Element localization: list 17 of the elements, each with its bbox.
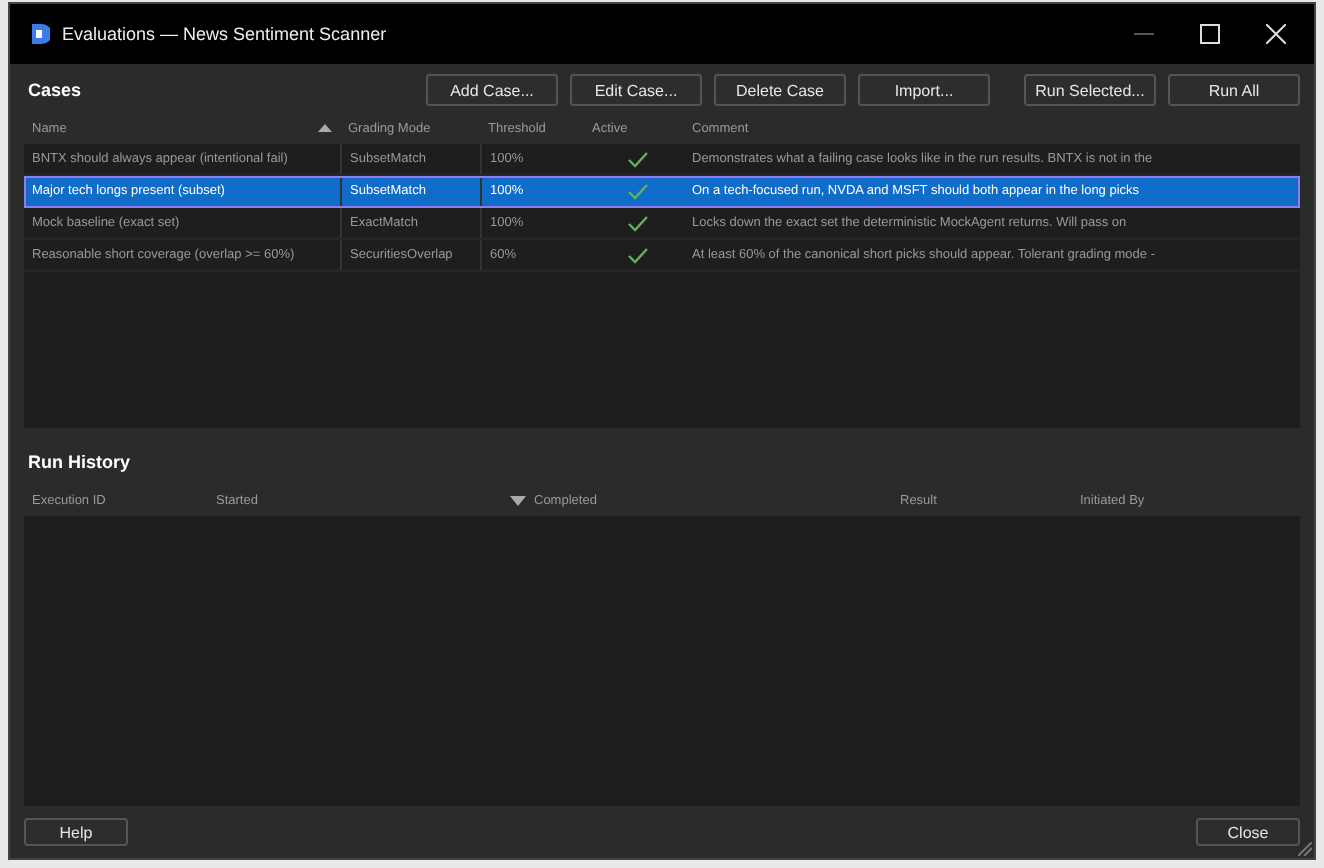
toolbar-button[interactable]: Edit Case... — [570, 74, 702, 106]
section-title: Cases — [26, 80, 82, 100]
app-icon — [30, 22, 50, 46]
close-button[interactable]: Close — [1196, 818, 1300, 846]
window-title: Evaluations — News Sentiment Scanner — [62, 24, 387, 44]
close-icon[interactable] — [1266, 24, 1286, 44]
sort-descending-icon — [510, 495, 526, 505]
help-button[interactable]: Help — [24, 818, 128, 846]
toolbar-button[interactable]: Run All — [1168, 74, 1300, 106]
toolbar-button[interactable]: Delete Case — [714, 74, 846, 106]
maximize-icon[interactable] — [1200, 24, 1220, 44]
sort-ascending-icon — [318, 124, 332, 132]
resize-grip-icon[interactable] — [1298, 842, 1312, 856]
toolbar-button[interactable]: Run Selected... — [1024, 74, 1156, 106]
toolbar-button[interactable]: Add Case... — [426, 74, 558, 106]
section-title: Run History — [26, 452, 131, 472]
toolbar-button[interactable]: Import... — [858, 74, 990, 106]
